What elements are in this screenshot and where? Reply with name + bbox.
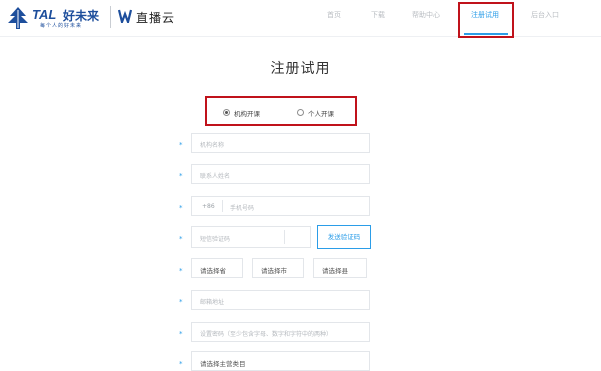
required-mark: * bbox=[179, 235, 183, 243]
annotation-box-nav bbox=[458, 2, 514, 38]
send-code-button[interactable]: 发送验证码 bbox=[317, 225, 371, 249]
required-mark: * bbox=[179, 330, 183, 338]
required-mark: * bbox=[179, 267, 183, 275]
city-select[interactable]: 请选择市 bbox=[252, 258, 304, 278]
radio-personal-course-label: 个人开课 bbox=[308, 110, 334, 118]
email-placeholder: 邮箱地址 bbox=[200, 299, 225, 306]
brand-name: 直播云 bbox=[136, 11, 176, 25]
org-name-placeholder: 机构名称 bbox=[200, 142, 225, 149]
county-select-text: 请选择县 bbox=[322, 267, 348, 275]
tal-tree-logo-icon bbox=[8, 7, 28, 29]
category-select[interactable]: 请选择主营类目 bbox=[191, 351, 370, 371]
nav-download[interactable]: 下载 bbox=[371, 10, 385, 20]
logo-tal-text: TAL bbox=[32, 7, 57, 22]
required-mark: * bbox=[179, 204, 183, 212]
required-mark: * bbox=[179, 298, 183, 306]
sms-code-placeholder: 短信验证码 bbox=[200, 236, 231, 243]
logo-divider bbox=[110, 6, 111, 28]
province-select-text: 请选择省 bbox=[200, 267, 226, 275]
nav-home[interactable]: 首页 bbox=[327, 10, 341, 20]
radio-org-course[interactable] bbox=[223, 109, 230, 116]
required-mark: * bbox=[179, 360, 183, 368]
province-select[interactable]: 请选择省 bbox=[191, 258, 243, 278]
phone-field[interactable]: +86 手机号码 bbox=[191, 196, 370, 216]
page-title: 注册试用 bbox=[270, 61, 331, 77]
nav-admin-entry[interactable]: 后台入口 bbox=[531, 10, 559, 20]
live-cloud-w-logo-icon bbox=[118, 9, 132, 23]
category-select-text: 请选择主营类目 bbox=[200, 360, 246, 368]
password-field[interactable]: 设置密码（至少包含字母、数字和字符中的两种） bbox=[191, 322, 370, 342]
logo-slogan: 每个人的好未来 bbox=[40, 23, 83, 29]
email-field[interactable]: 邮箱地址 bbox=[191, 290, 370, 310]
county-select[interactable]: 请选择县 bbox=[313, 258, 367, 278]
sms-code-divider bbox=[284, 230, 285, 244]
phone-country-code[interactable]: +86 bbox=[202, 203, 215, 210]
password-placeholder: 设置密码（至少包含字母、数字和字符中的两种） bbox=[200, 331, 333, 338]
org-name-field[interactable]: 机构名称 bbox=[191, 133, 370, 153]
contact-name-field[interactable]: 联系人姓名 bbox=[191, 164, 370, 184]
required-mark: * bbox=[179, 141, 183, 149]
city-select-text: 请选择市 bbox=[261, 267, 287, 275]
radio-org-course-label: 机构开课 bbox=[234, 110, 260, 118]
radio-personal-course[interactable] bbox=[297, 109, 304, 116]
contact-name-placeholder: 联系人姓名 bbox=[200, 173, 231, 180]
nav-help-center[interactable]: 帮助中心 bbox=[412, 10, 440, 20]
phone-prefix-divider bbox=[222, 200, 223, 212]
phone-placeholder: 手机号码 bbox=[230, 205, 255, 212]
required-mark: * bbox=[179, 172, 183, 180]
sms-code-field[interactable]: 短信验证码 bbox=[191, 226, 311, 248]
